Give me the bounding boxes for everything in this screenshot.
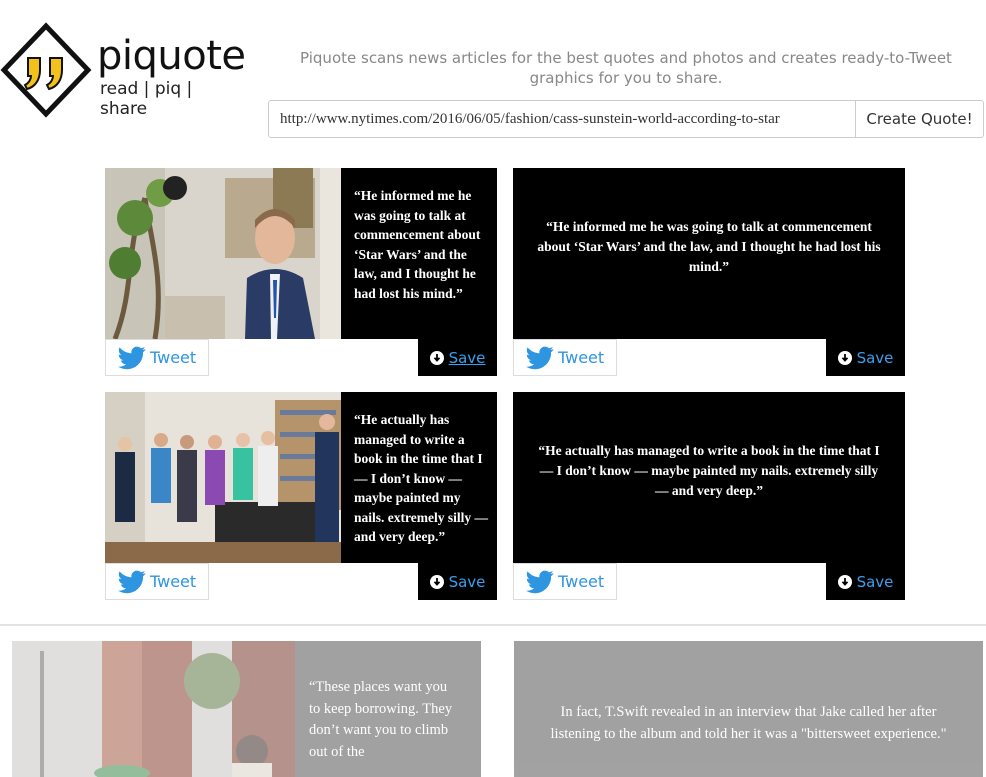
quote-card: “He actually has managed to write a book… — [105, 392, 497, 601]
quote-card: “He informed me he was going to talk at … — [105, 168, 497, 377]
save-label: Save — [856, 572, 894, 591]
save-label: Save — [448, 572, 486, 591]
twitter-bird-icon — [526, 570, 554, 593]
twitter-bird-icon — [118, 570, 146, 593]
card-actions: Tweet Save — [105, 339, 497, 377]
card-actions: Tweet Save — [513, 563, 905, 601]
card-actions: Tweet Save — [105, 563, 497, 601]
quote-diamond-icon — [0, 22, 92, 118]
tweet-label: Tweet — [150, 572, 197, 591]
download-icon — [837, 574, 852, 589]
quote-card: “He actually has managed to write a book… — [513, 392, 905, 601]
twitter-bird-icon — [118, 346, 146, 369]
quote-text: “He informed me he was going to talk at … — [354, 188, 481, 301]
section-divider — [0, 624, 986, 626]
site-description: Piquote scans news articles for the best… — [300, 49, 952, 87]
download-icon — [429, 350, 444, 365]
quote-card: “He informed me he was going to talk at … — [513, 168, 905, 377]
quote-graphic: “He actually has managed to write a book… — [105, 392, 497, 563]
quote-text: “He informed me he was going to talk at … — [537, 218, 881, 274]
tweet-label: Tweet — [558, 348, 605, 367]
twitter-bird-icon — [526, 346, 554, 369]
quote-graphic: “He informed me he was going to talk at … — [105, 168, 497, 339]
quote-text: “He actually has managed to write a book… — [354, 412, 488, 544]
save-button[interactable]: Save — [826, 339, 905, 376]
card-actions: Tweet Save — [513, 339, 905, 377]
save-button[interactable]: Save — [826, 563, 905, 600]
quote-text: In fact, T.Swift revealed in an intervie… — [550, 704, 947, 742]
save-button[interactable]: Save — [418, 339, 497, 376]
article-photo — [12, 641, 295, 777]
article-url-input[interactable] — [268, 100, 856, 138]
save-button[interactable]: Save — [418, 563, 497, 600]
tweet-button[interactable]: Tweet — [105, 339, 209, 376]
tweet-button[interactable]: Tweet — [513, 339, 617, 376]
quote-graphic: “He informed me he was going to talk at … — [513, 168, 905, 339]
url-form: Create Quote! — [268, 100, 984, 138]
download-icon — [429, 574, 444, 589]
tweet-button[interactable]: Tweet — [513, 563, 617, 600]
download-icon — [837, 350, 852, 365]
tweet-label: Tweet — [150, 348, 197, 367]
brand-logo[interactable]: piquote read | piq | share — [0, 22, 246, 122]
faded-quote-card[interactable]: “These places want you to keep borrowing… — [12, 641, 481, 777]
tweet-label: Tweet — [558, 572, 605, 591]
save-label: Save — [448, 348, 486, 367]
brand-name: piquote — [97, 33, 246, 79]
faded-quote-card[interactable]: In fact, T.Swift revealed in an intervie… — [514, 641, 983, 777]
create-quote-button[interactable]: Create Quote! — [856, 100, 984, 138]
article-photo — [105, 392, 341, 563]
tweet-button[interactable]: Tweet — [105, 563, 209, 600]
quote-graphic: “He actually has managed to write a book… — [513, 392, 905, 563]
save-label: Save — [856, 348, 894, 367]
brand-tagline: read | piq | share — [100, 79, 193, 119]
quote-text: “He actually has managed to write a book… — [538, 442, 880, 498]
article-photo — [105, 168, 341, 339]
quote-text: “These places want you to keep borrowing… — [309, 679, 453, 760]
